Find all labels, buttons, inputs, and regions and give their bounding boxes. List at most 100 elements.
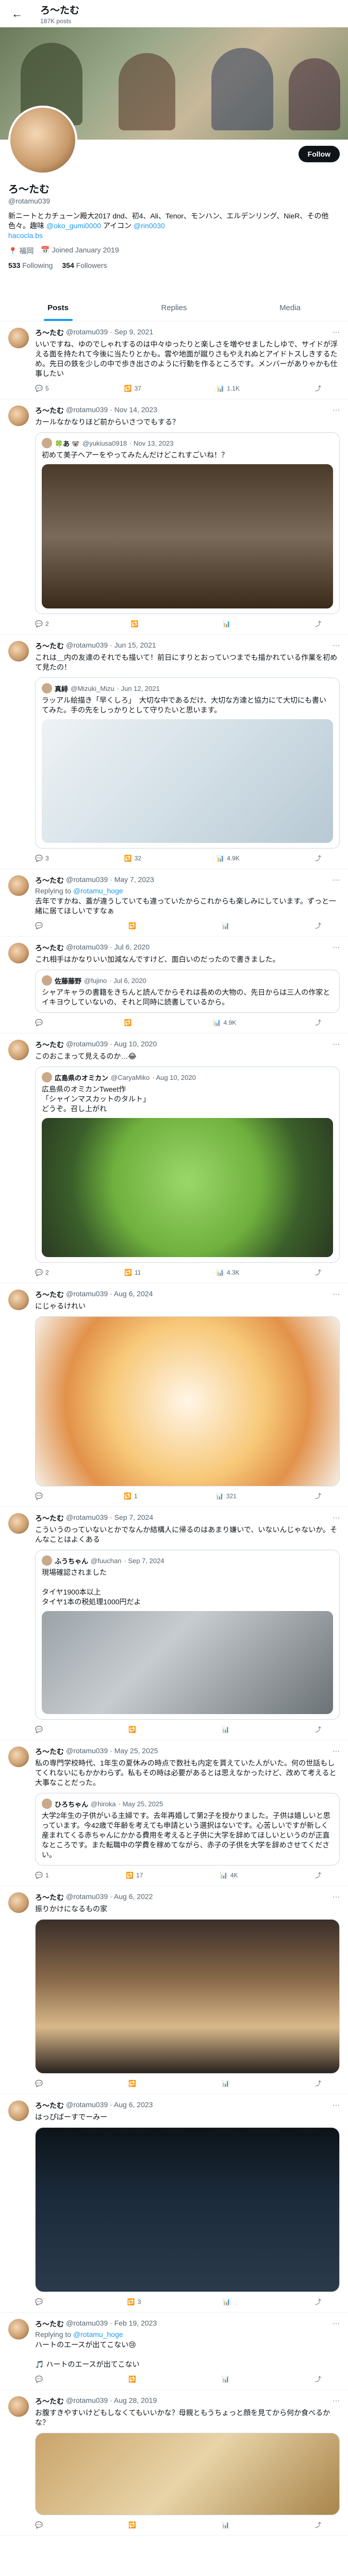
tweet-avatar[interactable] xyxy=(8,1892,29,1913)
reply-button[interactable]: 💬 1 xyxy=(35,1871,49,1879)
tweet[interactable]: ろ〜たむ @rotamu039 · Aug 6, 2023 ··· はっぴばーすでーみー… xyxy=(0,2094,348,2313)
tweet-date[interactable]: · Sep 7, 2024 xyxy=(110,1513,153,1523)
tweet-author-handle[interactable]: @rotamu039 xyxy=(66,405,108,416)
more-options-icon[interactable]: ··· xyxy=(333,328,340,338)
quoted-media-image[interactable] xyxy=(42,1611,333,1714)
tweet-author-handle[interactable]: @rotamu039 xyxy=(66,641,108,651)
tweet-avatar[interactable] xyxy=(8,2319,29,2340)
tweet-author-name[interactable]: ろ〜たむ xyxy=(35,2100,64,2111)
share-button[interactable]: ⤴ xyxy=(315,619,324,628)
tweet-avatar[interactable] xyxy=(8,641,29,662)
quoted-media-image[interactable] xyxy=(42,1118,333,1257)
more-options-icon[interactable]: ··· xyxy=(333,641,340,651)
tweet-author-handle[interactable]: @rotamu039 xyxy=(66,875,108,886)
tweet[interactable]: ろ〜たむ @rotamu039 · May 25, 2025 ··· 私の専門学校時代、… xyxy=(0,1740,348,1886)
share-button[interactable]: ⤴ xyxy=(315,1492,324,1500)
reply-handle-link[interactable]: @rotamu_hoge xyxy=(73,2330,123,2338)
profile-avatar[interactable] xyxy=(8,106,77,175)
retweet-button[interactable]: 🔁 xyxy=(128,1725,139,1734)
tweet-date[interactable]: · Aug 6, 2023 xyxy=(110,2100,153,2111)
tweet-author-handle[interactable]: @rotamu039 xyxy=(66,1040,108,1050)
reply-button[interactable]: 💬 xyxy=(35,2297,45,2306)
tweet[interactable]: ろ〜たむ @rotamu039 · Aug 10, 2020 ··· このおこまって見え… xyxy=(0,1033,348,1283)
reply-button[interactable]: 💬 xyxy=(35,921,45,930)
tweet[interactable]: ろ〜たむ @rotamu039 · Nov 14, 2023 ··· カールなかなりほど… xyxy=(0,399,348,635)
tab-posts[interactable]: Posts xyxy=(0,294,116,321)
views-button[interactable]: 📊 xyxy=(222,2520,232,2529)
tweet-media-image[interactable] xyxy=(35,1919,340,2074)
reply-button[interactable]: 💬 xyxy=(35,2520,45,2529)
tweet-author-handle[interactable]: @rotamu039 xyxy=(66,2100,108,2111)
tweet-author-handle[interactable]: @rotamu039 xyxy=(66,2396,108,2406)
tweet-author-handle[interactable]: @rotamu039 xyxy=(66,943,108,953)
tweet-date[interactable]: · May 7, 2023 xyxy=(110,875,154,886)
followers-link[interactable]: 354 Followers xyxy=(62,261,107,269)
tab-media[interactable]: Media xyxy=(232,294,348,321)
tweet[interactable]: ろ〜たむ @rotamu039 · Jun 15, 2021 ··· これは＿内の友達の… xyxy=(0,635,348,869)
views-button[interactable]: 📊 4.3K xyxy=(217,1268,240,1277)
reply-button[interactable]: 💬 2 xyxy=(35,619,49,628)
views-button[interactable]: 📊 4.9K xyxy=(213,1018,237,1027)
reply-button[interactable]: 💬 2 xyxy=(35,1268,49,1277)
more-options-icon[interactable]: ··· xyxy=(333,2100,340,2111)
tweet-date[interactable]: · Sep 9, 2021 xyxy=(110,328,153,338)
tweet-avatar[interactable] xyxy=(8,1290,29,1310)
retweet-button[interactable]: 🔁 xyxy=(128,2375,139,2383)
tweet-author-handle[interactable]: @rotamu039 xyxy=(66,1892,108,1903)
share-button[interactable]: ⤴ xyxy=(315,2079,324,2088)
retweet-button[interactable]: 🔁 xyxy=(128,2520,139,2529)
views-button[interactable]: 📊 xyxy=(222,2375,232,2383)
retweet-button[interactable]: 🔁 xyxy=(128,2079,139,2088)
tweet-date[interactable]: · Aug 6, 2024 xyxy=(110,1290,153,1300)
tweet[interactable]: ろ〜たむ @rotamu039 · Aug 6, 2024 ··· にじゃるけれい 💬 🔁 1… xyxy=(0,1283,348,1507)
views-button[interactable]: 📊 4K xyxy=(220,1871,238,1879)
tweet-author-name[interactable]: ろ〜たむ xyxy=(35,1040,64,1050)
quoted-tweet[interactable]: 広島県のオミカン @CaryaMiko · Aug 10, 2020 広島県のオミカン… xyxy=(35,1066,340,1263)
retweet-button[interactable]: 🔁 1 xyxy=(124,1492,138,1500)
share-button[interactable]: ⤴ xyxy=(315,1018,324,1027)
views-button[interactable]: 📊 xyxy=(222,1725,232,1734)
reply-button[interactable]: 💬 xyxy=(35,1018,45,1027)
follow-button[interactable]: Follow xyxy=(298,146,340,162)
tweet-author-name[interactable]: ろ〜たむ xyxy=(35,1513,64,1523)
share-button[interactable]: ⤴ xyxy=(315,854,324,862)
tweet-avatar[interactable] xyxy=(8,875,29,896)
tweet-author-name[interactable]: ろ〜たむ xyxy=(35,405,64,416)
views-button[interactable]: 📊 1.1K xyxy=(217,384,240,393)
tab-replies[interactable]: Replies xyxy=(116,294,232,321)
following-link[interactable]: 533 Following xyxy=(8,261,53,269)
tweet[interactable]: ろ〜たむ @rotamu039 · Aug 28, 2019 ··· お腹すきやすいけど… xyxy=(0,2390,348,2536)
tweet-date[interactable]: · Nov 14, 2023 xyxy=(110,405,157,416)
more-options-icon[interactable]: ··· xyxy=(333,875,340,886)
share-button[interactable]: ⤴ xyxy=(315,1725,324,1734)
tweet-author-handle[interactable]: @rotamu039 xyxy=(66,2319,108,2329)
tweet-date[interactable]: · Jul 6, 2020 xyxy=(110,943,150,953)
bio-link[interactable]: @rin0030 xyxy=(134,222,165,230)
views-button[interactable]: 📊 xyxy=(223,619,233,628)
tweet[interactable]: ろ〜たむ @rotamu039 · Feb 19, 2023 ··· Replying … xyxy=(0,2313,348,2390)
tweet-date[interactable]: · Jun 15, 2021 xyxy=(110,641,156,651)
tweet-avatar[interactable] xyxy=(8,1747,29,1767)
more-options-icon[interactable]: ··· xyxy=(333,1040,340,1050)
tweet-author-name[interactable]: ろ〜たむ xyxy=(35,1747,64,1757)
more-options-icon[interactable]: ··· xyxy=(333,943,340,953)
tweet-author-name[interactable]: ろ〜たむ xyxy=(35,328,64,338)
share-button[interactable]: ⤴ xyxy=(315,1871,324,1879)
tweet-author-name[interactable]: ろ〜たむ xyxy=(35,2319,64,2329)
retweet-button[interactable]: 🔁 3 xyxy=(127,2297,141,2306)
reply-button[interactable]: 💬 xyxy=(35,2375,45,2383)
views-button[interactable]: 📊 4.9K xyxy=(217,854,240,862)
reply-button[interactable]: 💬 xyxy=(35,1492,45,1500)
tweet-author-name[interactable]: ろ〜たむ xyxy=(35,943,64,953)
reply-button[interactable]: 💬 xyxy=(35,1725,45,1734)
tweet-author-handle[interactable]: @rotamu039 xyxy=(66,1513,108,1523)
tweet-author-name[interactable]: ろ〜たむ xyxy=(35,641,64,651)
tweet-date[interactable]: · Aug 6, 2022 xyxy=(110,1892,153,1903)
views-button[interactable]: 📊 xyxy=(222,2079,232,2088)
quoted-media-image[interactable] xyxy=(42,464,333,608)
quoted-tweet[interactable]: ひろちゃん @hiroka · May 25, 2025 大学2年生の子供がいる主婦で… xyxy=(35,1793,340,1866)
more-options-icon[interactable]: ··· xyxy=(333,405,340,416)
retweet-button[interactable]: 🔁 xyxy=(124,1018,135,1027)
tweet-date[interactable]: · Aug 28, 2019 xyxy=(110,2396,157,2406)
tweet[interactable]: ろ〜たむ @rotamu039 · May 7, 2023 ··· Replying t… xyxy=(0,869,348,937)
